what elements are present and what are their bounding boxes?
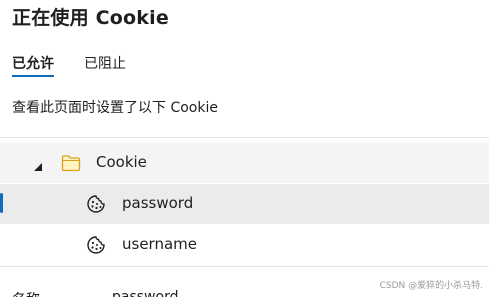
cookie-icon — [86, 194, 106, 214]
tree-item-label: password — [122, 194, 194, 212]
panel-title: 正在使用 Cookie — [12, 7, 169, 29]
detail-name-label: 名称 — [12, 289, 40, 297]
detail-name-value: password — [112, 289, 179, 297]
tab-blocked[interactable]: 已阻止 — [84, 53, 126, 77]
folder-icon — [61, 154, 81, 172]
tree-folder-label: Cookie — [96, 153, 147, 171]
divider — [0, 266, 489, 267]
selection-indicator — [0, 193, 3, 213]
cookies-in-use-panel: 正在使用 Cookie 已允许 已阻止 查看此页面时设置了以下 Cookie C… — [0, 0, 489, 297]
cookie-icon — [86, 235, 106, 255]
tree-item-label: username — [122, 235, 197, 253]
tree-folder-cookie[interactable]: Cookie — [0, 143, 489, 183]
tab-allowed[interactable]: 已允许 — [12, 53, 54, 77]
tree-item-username[interactable]: username — [0, 225, 489, 265]
tab-bar: 已允许 已阻止 — [12, 53, 156, 77]
cookies-description: 查看此页面时设置了以下 Cookie — [12, 100, 218, 116]
tree-item-password[interactable]: password — [0, 184, 489, 224]
collapse-triangle-icon[interactable] — [33, 157, 43, 171]
watermark: CSDN @爱猝的小杀马特. — [379, 281, 483, 291]
divider — [0, 137, 489, 138]
